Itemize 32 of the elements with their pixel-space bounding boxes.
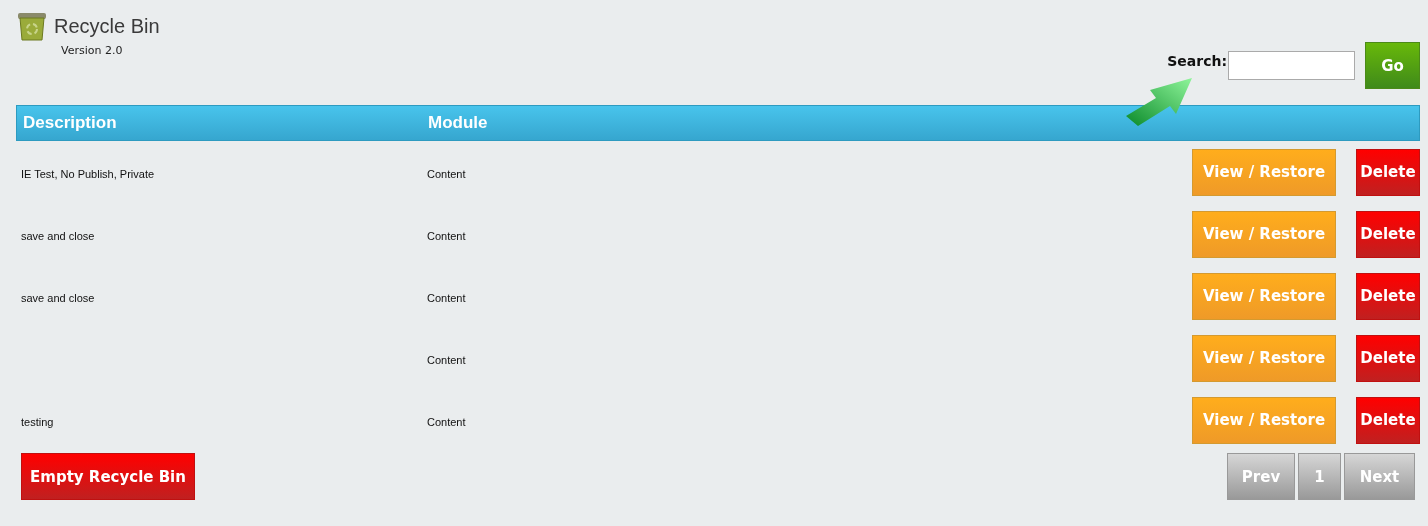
search-field[interactable] [1228,51,1355,80]
column-header: Module [427,113,489,133]
delete-button[interactable]: Delete [1356,272,1420,320]
delete-button[interactable]: Delete [1356,148,1420,196]
next-button[interactable]: Next [1344,453,1415,500]
module-cell-text: Content [426,291,466,304]
view-restore-button[interactable]: View / Restore [1192,334,1336,382]
description-cell-text: save and close [20,229,95,242]
go-button[interactable]: Go [1365,42,1420,89]
page-button[interactable]: 1 [1298,453,1341,500]
view-restore-button[interactable]: View / Restore [1192,396,1336,444]
delete-button[interactable]: Delete [1356,210,1420,258]
view-restore-button[interactable]: View / Restore [1192,272,1336,320]
module-cell-text: Content [426,167,466,180]
app-title: Recycle Bin [54,14,160,38]
delete-button[interactable]: Delete [1356,396,1420,444]
module-cell-text: Content [426,229,466,242]
view-restore-button[interactable]: View / Restore [1192,210,1336,258]
search-label: Search: [1167,52,1227,69]
delete-button[interactable]: Delete [1356,334,1420,382]
description-cell-text: save and close [20,291,95,304]
prev-button[interactable]: Prev [1227,453,1295,500]
trash-bin-icon [16,10,48,42]
column-header: Description [22,113,118,133]
description-cell-text: testing [20,415,54,428]
empty-recycle-bin-button[interactable]: Empty Recycle Bin [21,453,195,500]
description-cell-text: IE Test, No Publish, Private [20,167,155,180]
module-cell-text: Content [426,353,466,366]
arrow-icon [1126,76,1192,128]
version-label: Version 2.0 [61,44,124,57]
view-restore-button[interactable]: View / Restore [1192,148,1336,196]
module-cell-text: Content [426,415,466,428]
